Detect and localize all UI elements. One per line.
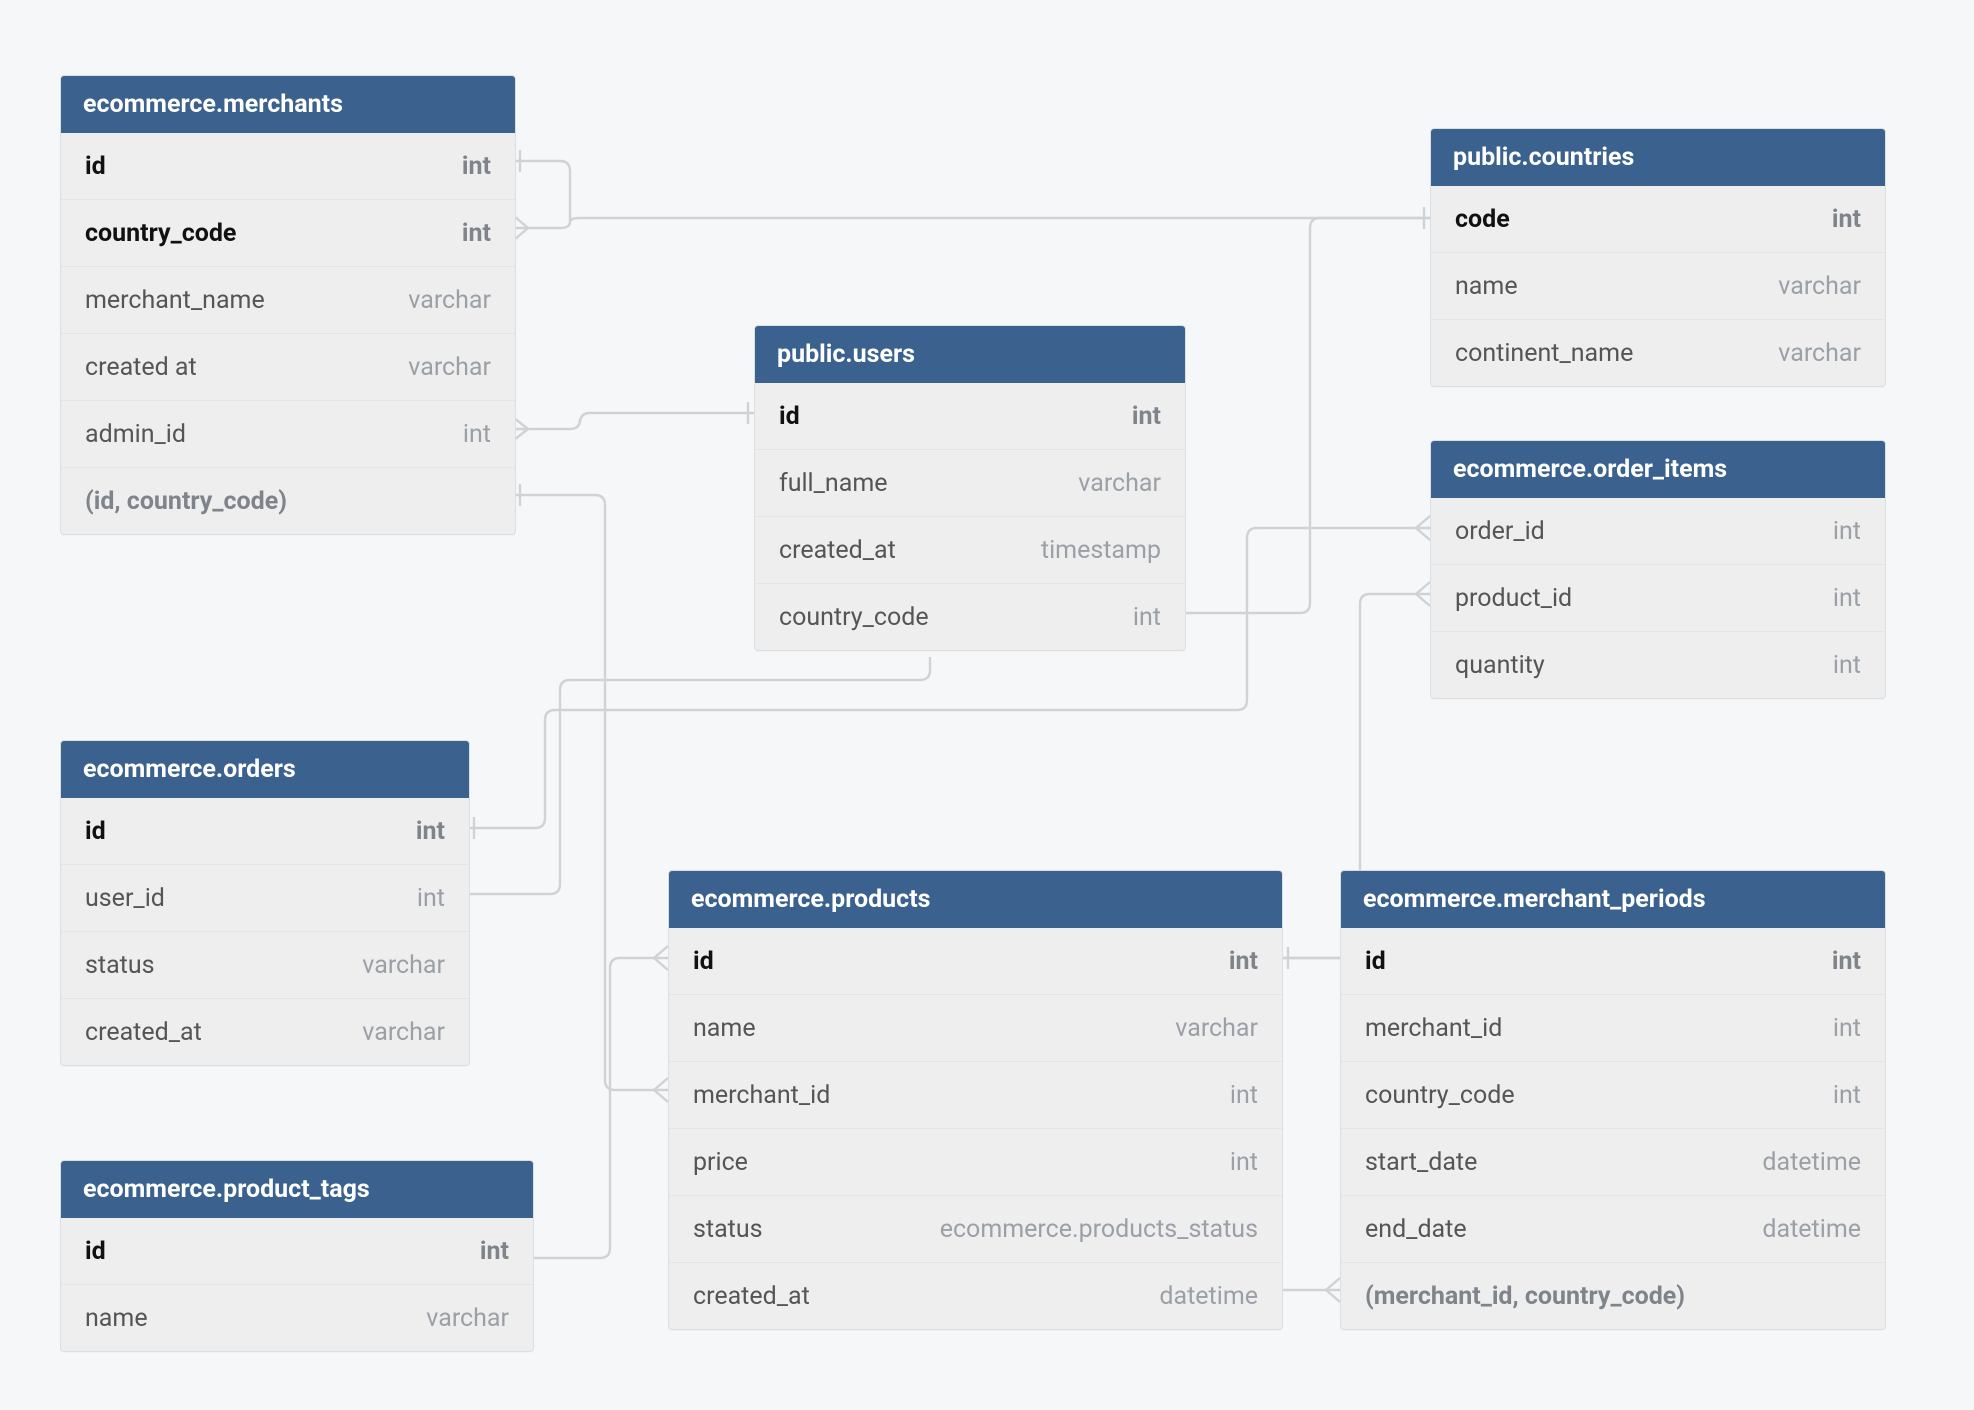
table-ecommerce-order-items[interactable]: ecommerce.order_items order_idint produc… bbox=[1430, 440, 1886, 699]
col-end-date[interactable]: end_datedatetime bbox=[1341, 1195, 1885, 1262]
table-ecommerce-merchant-periods[interactable]: ecommerce.merchant_periods idint merchan… bbox=[1340, 870, 1886, 1330]
col-id[interactable]: idint bbox=[61, 1218, 533, 1284]
col-status[interactable]: statusvarchar bbox=[61, 931, 469, 998]
col-created-at[interactable]: created_attimestamp bbox=[755, 516, 1185, 583]
col-order-id[interactable]: order_idint bbox=[1431, 498, 1885, 564]
table-ecommerce-products[interactable]: ecommerce.products idint namevarchar mer… bbox=[668, 870, 1283, 1330]
composite-index[interactable]: (merchant_id, country_code) bbox=[1341, 1262, 1885, 1329]
col-country-code[interactable]: country_codeint bbox=[1341, 1061, 1885, 1128]
col-code[interactable]: codeint bbox=[1431, 186, 1885, 252]
col-merchant-id[interactable]: merchant_idint bbox=[1341, 994, 1885, 1061]
col-continent-name[interactable]: continent_namevarchar bbox=[1431, 319, 1885, 386]
col-name[interactable]: namevarchar bbox=[669, 994, 1282, 1061]
col-created-at[interactable]: created atvarchar bbox=[61, 333, 515, 400]
composite-index[interactable]: (id, country_code) bbox=[61, 467, 515, 534]
col-created-at[interactable]: created_atdatetime bbox=[669, 1262, 1282, 1329]
col-id[interactable]: idint bbox=[1341, 928, 1885, 994]
table-header[interactable]: ecommerce.orders bbox=[61, 741, 469, 798]
col-name[interactable]: namevarchar bbox=[61, 1284, 533, 1351]
col-product-id[interactable]: product_idint bbox=[1431, 564, 1885, 631]
col-id[interactable]: idint bbox=[61, 798, 469, 864]
table-header[interactable]: ecommerce.merchant_periods bbox=[1341, 871, 1885, 928]
col-merchant-id[interactable]: merchant_idint bbox=[669, 1061, 1282, 1128]
table-ecommerce-orders[interactable]: ecommerce.orders idint user_idint status… bbox=[60, 740, 470, 1066]
col-quantity[interactable]: quantityint bbox=[1431, 631, 1885, 698]
col-full-name[interactable]: full_namevarchar bbox=[755, 449, 1185, 516]
col-created-at[interactable]: created_atvarchar bbox=[61, 998, 469, 1065]
table-header[interactable]: ecommerce.order_items bbox=[1431, 441, 1885, 498]
table-header[interactable]: public.users bbox=[755, 326, 1185, 383]
col-id[interactable]: idint bbox=[669, 928, 1282, 994]
col-start-date[interactable]: start_datedatetime bbox=[1341, 1128, 1885, 1195]
col-admin-id[interactable]: admin_idint bbox=[61, 400, 515, 467]
col-status[interactable]: statusecommerce.products_status bbox=[669, 1195, 1282, 1262]
table-ecommerce-merchants[interactable]: ecommerce.merchants idint country_codein… bbox=[60, 75, 516, 535]
col-user-id[interactable]: user_idint bbox=[61, 864, 469, 931]
col-country-code[interactable]: country_codeint bbox=[61, 199, 515, 266]
erd-canvas[interactable]: ecommerce.merchants idint country_codein… bbox=[0, 0, 1974, 1410]
table-public-countries[interactable]: public.countries codeint namevarchar con… bbox=[1430, 128, 1886, 387]
table-header[interactable]: public.countries bbox=[1431, 129, 1885, 186]
table-header[interactable]: ecommerce.merchants bbox=[61, 76, 515, 133]
table-header[interactable]: ecommerce.products bbox=[669, 871, 1282, 928]
table-ecommerce-product-tags[interactable]: ecommerce.product_tags idint namevarchar bbox=[60, 1160, 534, 1352]
col-price[interactable]: priceint bbox=[669, 1128, 1282, 1195]
col-id[interactable]: idint bbox=[755, 383, 1185, 449]
table-public-users[interactable]: public.users idint full_namevarchar crea… bbox=[754, 325, 1186, 651]
table-header[interactable]: ecommerce.product_tags bbox=[61, 1161, 533, 1218]
col-merchant-name[interactable]: merchant_namevarchar bbox=[61, 266, 515, 333]
col-name[interactable]: namevarchar bbox=[1431, 252, 1885, 319]
col-id[interactable]: idint bbox=[61, 133, 515, 199]
col-country-code[interactable]: country_codeint bbox=[755, 583, 1185, 650]
